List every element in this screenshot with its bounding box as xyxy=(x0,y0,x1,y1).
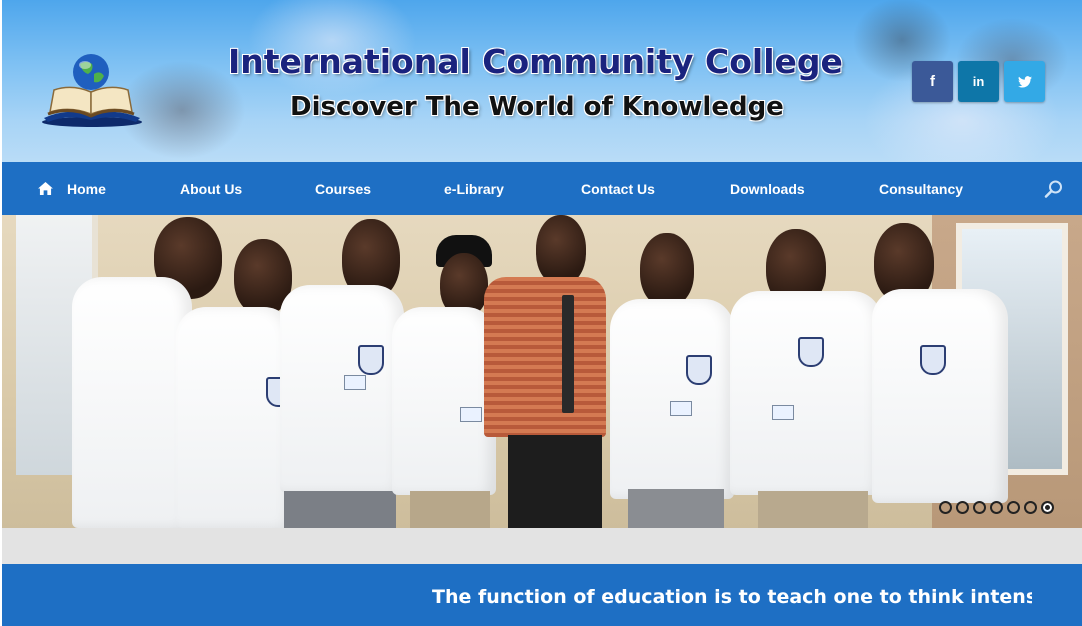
slider-dot-3[interactable] xyxy=(973,501,986,514)
student-photo-figure xyxy=(606,215,736,528)
slider-dot-1[interactable] xyxy=(939,501,952,514)
linkedin-button[interactable]: in xyxy=(958,61,999,102)
nav-item-consultancy[interactable]: Consultancy xyxy=(879,162,963,215)
slider-dot-6[interactable] xyxy=(1024,501,1037,514)
main-nav: Home About Us Courses e-Library Contact … xyxy=(2,162,1082,215)
nav-item-e-library[interactable]: e-Library xyxy=(444,162,504,215)
nav-item-home[interactable]: Home xyxy=(38,162,106,215)
college-logo[interactable] xyxy=(36,48,146,130)
hero-slider[interactable] xyxy=(2,215,1082,528)
home-icon xyxy=(38,182,53,195)
student-photo-figure xyxy=(870,215,1010,528)
twitter-icon xyxy=(1017,75,1032,88)
teacher-photo-figure xyxy=(480,215,610,528)
nav-item-courses[interactable]: Courses xyxy=(315,162,371,215)
student-photo-figure xyxy=(62,215,222,528)
social-links: f in xyxy=(912,61,1045,102)
student-photo-figure xyxy=(728,215,884,528)
site-title[interactable]: International Community College xyxy=(228,42,843,81)
linkedin-icon: in xyxy=(972,74,985,89)
site-header: International Community College Discover… xyxy=(2,0,1082,162)
site-tagline: Discover The World of Knowledge xyxy=(290,92,784,122)
search-icon[interactable] xyxy=(1044,179,1064,199)
quote-banner: The function of education is to teach on… xyxy=(2,564,1082,626)
slider-pagination xyxy=(939,501,1054,514)
slider-dot-4[interactable] xyxy=(990,501,1003,514)
quote-text: The function of education is to teach on… xyxy=(432,586,1032,608)
facebook-icon: f xyxy=(930,73,935,90)
slider-dot-2[interactable] xyxy=(956,501,969,514)
twitter-button[interactable] xyxy=(1004,61,1045,102)
slider-dot-7[interactable] xyxy=(1041,501,1054,514)
section-divider xyxy=(2,528,1082,564)
nav-label-home: Home xyxy=(67,180,106,197)
nav-item-downloads[interactable]: Downloads xyxy=(730,162,805,215)
student-photo-figure xyxy=(274,215,404,528)
nav-item-about-us[interactable]: About Us xyxy=(180,162,242,215)
nav-item-contact-us[interactable]: Contact Us xyxy=(581,162,655,215)
facebook-button[interactable]: f xyxy=(912,61,953,102)
slider-dot-5[interactable] xyxy=(1007,501,1020,514)
